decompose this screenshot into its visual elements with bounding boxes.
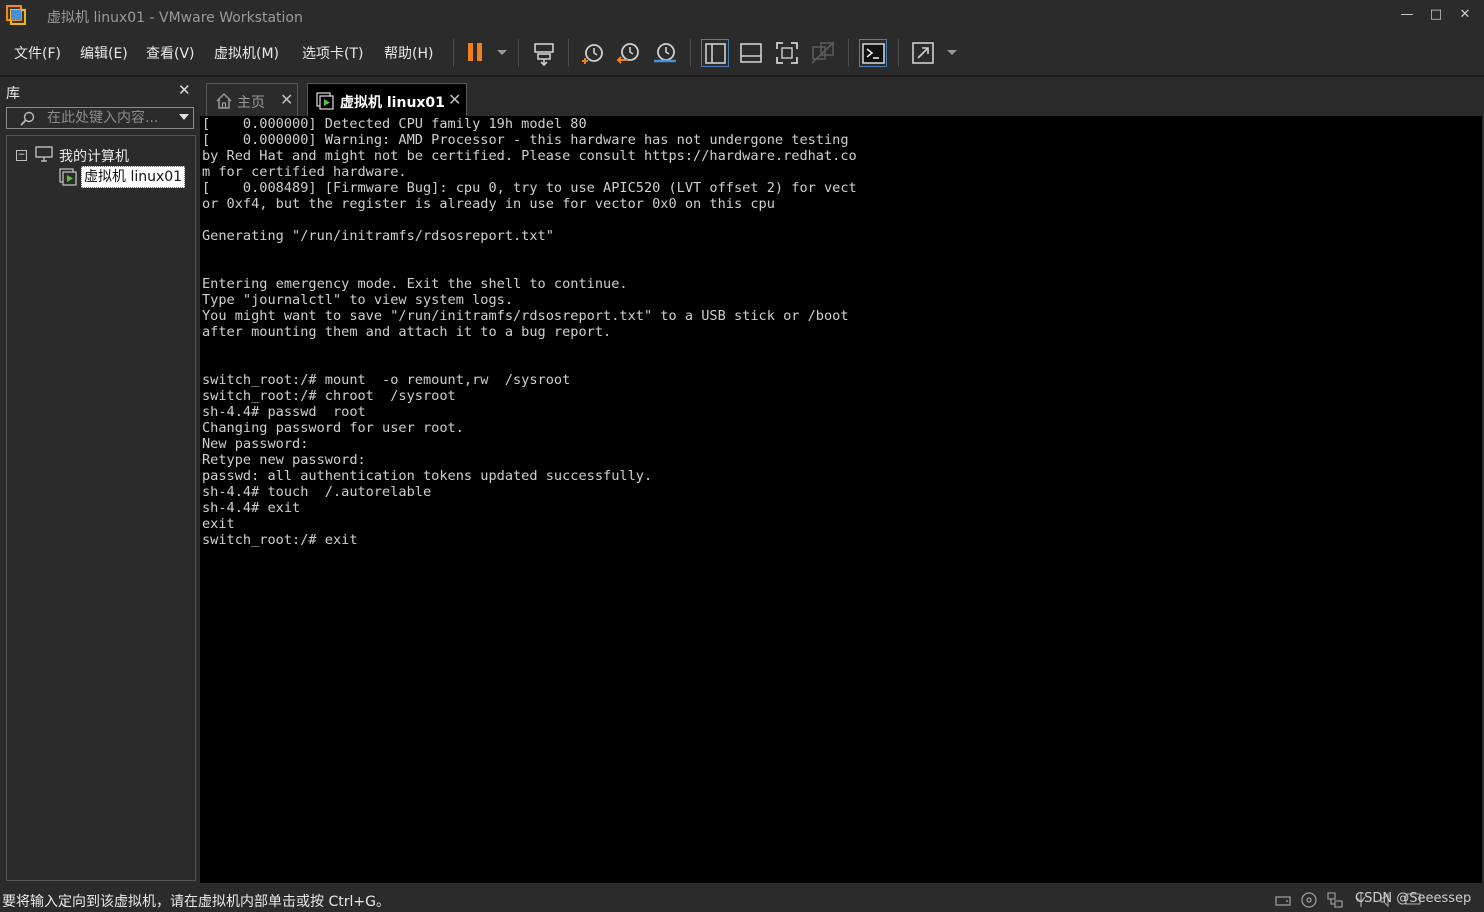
library-search[interactable]	[6, 107, 194, 129]
revert-snapshot-button[interactable]	[615, 39, 643, 67]
close-button[interactable]: ✕	[1455, 6, 1475, 24]
power-dropdown[interactable]	[488, 39, 507, 67]
unity-icon	[811, 41, 835, 64]
full-screen-button[interactable]	[773, 39, 801, 67]
console-line: switch_root:/# exit	[202, 532, 358, 548]
snapshot-manager-button[interactable]	[651, 39, 679, 67]
window-title: 虚拟机 linux01 - VMware Workstation	[47, 10, 303, 26]
toolbar-separator	[690, 39, 691, 67]
library-close-button[interactable]: ✕	[178, 81, 191, 99]
pause-button[interactable]	[462, 39, 490, 67]
vm-running-icon	[59, 168, 77, 186]
maximize-button[interactable]: □	[1426, 6, 1446, 24]
menu-vm[interactable]: 虚拟机(M)	[214, 43, 279, 63]
tab-vm-label: 虚拟机 linux01	[340, 95, 445, 111]
console-line: [ 0.000000] Detected CPU family 19h mode…	[202, 116, 587, 132]
console-line: sh-4.4# exit	[202, 500, 301, 516]
console-line: m for certified hardware.	[202, 164, 407, 180]
snapshot-icon	[582, 44, 603, 64]
status-message: 要将输入定向到该虚拟机，请在虚拟机内部单击或按 Ctrl+G。	[2, 894, 390, 910]
show-library-button[interactable]	[701, 39, 729, 67]
menu-bar: 文件(F) 编辑(E) 查看(V) 虚拟机(M) 选项卡(T) 帮助(H)	[0, 31, 1484, 75]
pause-icon	[468, 43, 482, 61]
watermark: CSDN @Seeessep	[1355, 891, 1472, 906]
toolbar-separator	[568, 39, 569, 67]
send-ctrl-alt-del-icon	[534, 43, 554, 67]
send-ctrl-alt-del-button[interactable]	[530, 39, 558, 67]
status-bar: 要将输入定向到该虚拟机，请在虚拟机内部单击或按 Ctrl+G。 CSDN @Se…	[0, 887, 1484, 912]
console-line: [ 0.008489] [Firmware Bug]: cpu 0, try t…	[202, 180, 857, 196]
menu-view[interactable]: 查看(V)	[146, 43, 195, 63]
thumbnail-bar-icon	[740, 43, 762, 63]
console-line: or 0xf4, but the register is already in …	[202, 196, 775, 212]
stretch-button[interactable]	[909, 39, 937, 67]
thumbnail-bar-button[interactable]	[737, 39, 765, 67]
console-line: switch_root:/# chroot /sysroot	[202, 388, 456, 404]
vm-running-icon	[316, 92, 334, 110]
tab-bar: 主页 ✕ 虚拟机 linux01 ✕	[200, 77, 1482, 116]
console-line: switch_root:/# mount -o remount,rw /sysr…	[202, 372, 571, 388]
tab-home-label: 主页	[237, 95, 265, 111]
console-line: Generating "/run/initramfs/rdsosreport.t…	[202, 228, 554, 244]
tab-vm-linux01[interactable]: 虚拟机 linux01 ✕	[307, 83, 467, 116]
menu-edit[interactable]: 编辑(E)	[80, 43, 128, 63]
vm-console[interactable]: [ 0.000000] Detected CPU family 19h mode…	[202, 116, 1482, 883]
chevron-down-icon	[497, 50, 507, 55]
toolbar-separator	[898, 39, 899, 67]
library-title: 库	[6, 86, 20, 102]
menu-help[interactable]: 帮助(H)	[384, 43, 433, 63]
console-line: You might want to save "/run/initramfs/r…	[202, 308, 849, 324]
console-line: passwd: all authentication tokens update…	[202, 468, 653, 484]
tree-collapse-toggle[interactable]: −	[16, 150, 27, 161]
console-line: Type "journalctl" to view system logs.	[202, 292, 513, 308]
console-output: [ 0.000000] Detected CPU family 19h mode…	[202, 116, 857, 548]
console-line: Retype new password:	[202, 452, 366, 468]
library-tree: − 我的计算机 虚拟机 linux01	[6, 135, 196, 881]
tab-vm-close-button[interactable]: ✕	[448, 90, 461, 109]
title-bar: 虚拟机 linux01 - VMware Workstation — □ ✕	[0, 0, 1484, 31]
hard-disk-icon[interactable]	[1274, 891, 1292, 909]
minimize-button[interactable]: —	[1397, 6, 1417, 24]
show-library-icon	[705, 43, 726, 64]
network-icon[interactable]	[1326, 891, 1344, 909]
console-line: sh-4.4# touch /.autorelable	[202, 484, 432, 500]
snapshot-manager-icon	[654, 43, 676, 63]
console-line: Changing password for user root.	[202, 420, 464, 436]
vmware-logo-icon	[6, 5, 26, 25]
menu-tabs[interactable]: 选项卡(T)	[302, 43, 363, 63]
chevron-down-icon[interactable]	[179, 114, 189, 120]
console-line: after mounting them and attach it to a b…	[202, 324, 612, 340]
stretch-dropdown[interactable]	[938, 39, 957, 67]
console-line: by Red Hat and might not be certified. P…	[202, 148, 857, 164]
tab-home-close-button[interactable]: ✕	[280, 90, 293, 109]
cd-icon[interactable]	[1300, 891, 1318, 909]
toolbar-separator	[453, 39, 454, 67]
stretch-icon	[912, 42, 934, 64]
toolbar-separator	[518, 39, 519, 67]
menu-file[interactable]: 文件(F)	[14, 43, 61, 63]
computer-icon	[35, 146, 53, 162]
take-snapshot-button[interactable]	[579, 39, 607, 67]
library-panel: 库 ✕ − 我的计算机 虚拟机 linux01	[2, 77, 198, 883]
home-icon	[216, 92, 232, 109]
search-input[interactable]	[47, 110, 171, 126]
console-line: [ 0.000000] Warning: AMD Processor - thi…	[202, 132, 849, 148]
console-line: sh-4.4# passwd root	[202, 404, 366, 420]
search-icon	[20, 111, 35, 126]
console-view-button[interactable]	[859, 39, 887, 67]
console-line: New password:	[202, 436, 309, 452]
tab-home[interactable]: 主页 ✕	[206, 83, 298, 116]
tree-item-my-computer[interactable]: 我的计算机	[59, 146, 129, 166]
full-screen-icon	[776, 42, 798, 64]
console-view-icon	[862, 43, 885, 64]
unity-button[interactable]	[809, 39, 837, 67]
revert-snapshot-icon	[616, 43, 639, 64]
console-line: exit	[202, 516, 235, 532]
chevron-down-icon	[947, 50, 957, 55]
tree-item-vm-linux01[interactable]: 虚拟机 linux01	[81, 166, 186, 188]
console-line: Entering emergency mode. Exit the shell …	[202, 276, 628, 292]
toolbar-separator	[848, 39, 849, 67]
